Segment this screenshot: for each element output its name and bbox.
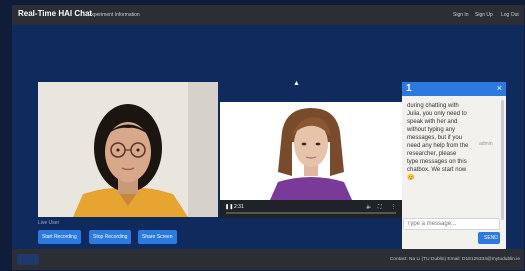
brand-title[interactable]: Real-Time HAI Chat: [18, 9, 92, 18]
fullscreen-icon[interactable]: ⛶: [378, 204, 382, 210]
footer-contact: Contact: Na Li (TU Dublin) Email: D18125…: [389, 257, 520, 262]
chat-header: 1 ×: [402, 82, 506, 96]
sign-in-link[interactable]: Sign In: [453, 12, 469, 18]
stop-recording-button[interactable]: Stop Recording: [89, 230, 132, 244]
main-content: ▲ ❚❚ 2:31 🔈 ⛶ ⋮ 1 × during chatting with…: [12, 25, 524, 257]
avatar-video-player[interactable]: ❚❚ 2:31 🔈 ⛶ ⋮: [220, 102, 402, 218]
live-user-label: Live User: [38, 220, 60, 226]
experiment-info-link[interactable]: Experiment Information: [88, 12, 140, 18]
send-button[interactable]: SEND: [478, 232, 500, 244]
pause-icon[interactable]: ❚❚: [225, 204, 233, 210]
start-recording-button[interactable]: Start Recording: [38, 230, 81, 244]
mouse-cursor-icon: ▲: [293, 80, 300, 87]
chat-close-button[interactable]: ×: [497, 83, 502, 93]
chat-message-input[interactable]: [403, 218, 500, 230]
chat-panel: 1 × during chatting with Julia, you only…: [402, 82, 506, 257]
navbar: Real-Time HAI Chat Experiment Informatio…: [12, 5, 524, 25]
footer: Contact: Na Li (TU Dublin) Email: D18125…: [12, 249, 524, 270]
university-logo-icon: [17, 254, 39, 265]
app-window: Real-Time HAI Chat Experiment Informatio…: [12, 5, 524, 270]
chat-message-author: admin: [479, 141, 493, 147]
video-time: 2:31: [234, 204, 244, 210]
avatar-video-frame: [220, 102, 402, 200]
user-video-frame: [38, 82, 218, 217]
user-video: [38, 82, 218, 217]
share-screen-button[interactable]: Share Screen: [138, 230, 177, 244]
volume-icon[interactable]: 🔈: [366, 204, 372, 210]
log-out-link[interactable]: Log Out: [501, 12, 519, 18]
video-progress-bar[interactable]: [226, 212, 396, 214]
video-controls: ❚❚ 2:31 🔈 ⛶ ⋮: [220, 200, 402, 218]
chat-scrollbar[interactable]: [501, 100, 504, 220]
chat-unread-badge: 1: [406, 83, 412, 94]
more-icon[interactable]: ⋮: [391, 204, 396, 210]
sign-up-link[interactable]: Sign Up: [475, 12, 493, 18]
chat-message-text: during chatting with Julia, you only nee…: [407, 103, 471, 181]
